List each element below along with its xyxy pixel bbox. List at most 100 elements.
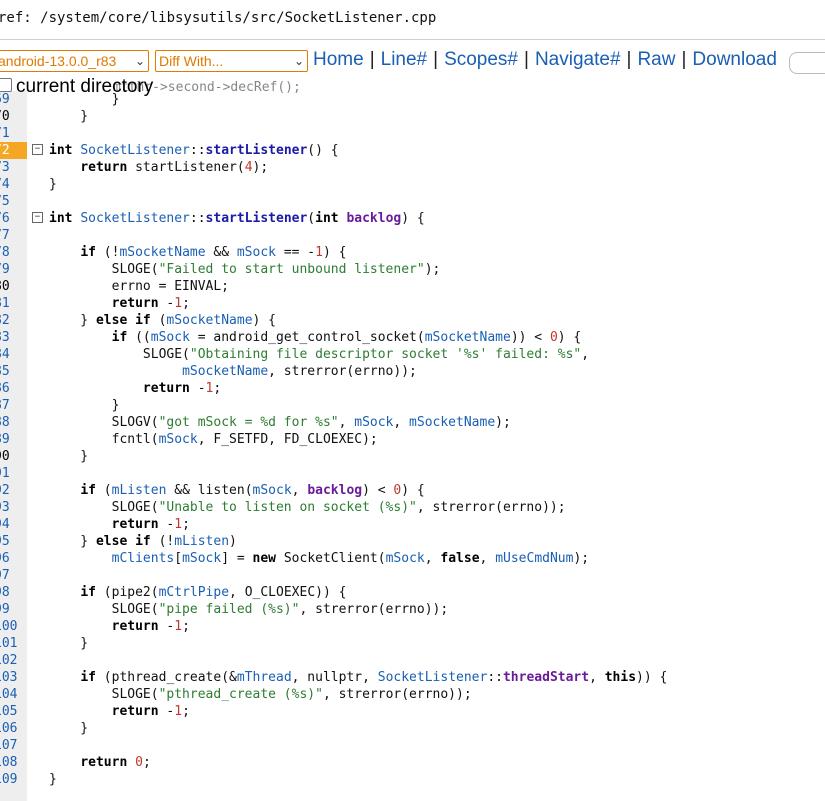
code-text: if (mListen && listen(mSock, backlog) < … (80, 483, 425, 498)
home-link[interactable]: Home (313, 49, 364, 71)
code-line: 107 (0, 737, 825, 754)
line-number-link[interactable]: 94 (0, 516, 27, 533)
line-number-link[interactable]: 90 (0, 448, 27, 465)
current-directory-option[interactable]: current directory (0, 76, 154, 97)
code-line: 82 } else if (mSocketName) { (0, 312, 825, 329)
code-line: 96 mClients[mSock] = new SocketClient(mS… (0, 550, 825, 567)
code-line: 103 if (pthread_create(&mThread, nullptr… (0, 669, 825, 686)
code-text: return -1; (111, 704, 190, 719)
line-number-link[interactable]: 71 (0, 125, 27, 142)
line-number-link[interactable]: 85 (0, 363, 27, 380)
line-number-link[interactable]: 81 (0, 295, 27, 312)
code-text: errno = EINVAL; (49, 279, 230, 294)
chevron-down-icon: ⌄ (293, 54, 304, 68)
code-text: return -1; (111, 619, 190, 634)
code-text: } (49, 398, 120, 413)
file-path-bar: ref: /system/core/libsysutils/src/Socket… (0, 0, 825, 40)
line-number-link[interactable]: 104 (0, 686, 27, 703)
line-number-link[interactable]: 99 (0, 601, 27, 618)
current-directory-checkbox[interactable] (0, 77, 12, 92)
code-line: 88 SLOGV("got mSock = %d for %s", mSock,… (0, 414, 825, 431)
code-text: } (49, 772, 57, 787)
line-number-link[interactable]: 91 (0, 465, 27, 482)
code-text: return -1; (111, 517, 190, 532)
line-number-link[interactable]: 79 (0, 261, 27, 278)
code-text: if (pipe2(mCtrlPipe, O_CLOEXEC)) { (80, 585, 347, 600)
code-line: 102 (0, 652, 825, 669)
search-input[interactable] (789, 52, 825, 74)
line-number-link[interactable]: 95 (0, 533, 27, 550)
line-number-link[interactable]: 74 (0, 176, 27, 193)
line-number-link[interactable]: 109 (0, 771, 27, 788)
line-number-link[interactable]: 88 (0, 414, 27, 431)
line-number-link[interactable]: 101 (0, 635, 27, 652)
line-number-link[interactable]: 78 (0, 244, 27, 261)
code-line: 93 SLOGE("Unable to listen on socket (%s… (0, 499, 825, 516)
line-number-link[interactable]: 97 (0, 567, 27, 584)
line-number-link[interactable]: 108 (0, 754, 27, 771)
line-number-link[interactable]: 93 (0, 499, 27, 516)
line-number-link[interactable]: 75 (0, 193, 27, 210)
line-number-link[interactable]: 102 (0, 652, 27, 669)
line-number-link[interactable]: 100 (0, 618, 27, 635)
code-text: mClients[mSock] = new SocketClient(mSock… (111, 551, 590, 566)
fold-toggle-icon[interactable]: − (32, 144, 43, 155)
code-text: } (49, 109, 89, 124)
line-number-link[interactable]: 87 (0, 397, 27, 414)
line-number-link[interactable]: 106 (0, 720, 27, 737)
code-line: 92 if (mListen && listen(mSock, backlog)… (0, 482, 825, 499)
code-text: } (49, 636, 89, 651)
code-text: SLOGV("got mSock = %d for %s", mSock, mS… (49, 415, 511, 430)
line-number-link[interactable]: 92 (0, 482, 27, 499)
line-number-link[interactable]: 105 (0, 703, 27, 720)
branch-select-value: android-13.0.0_r83 (0, 53, 117, 69)
code-line: 70 } (0, 108, 825, 125)
fold-toggle-icon[interactable]: − (32, 212, 43, 223)
scopes-link[interactable]: Scopes# (444, 49, 518, 71)
line-number-link[interactable]: 72 (0, 142, 27, 159)
diff-with-select[interactable]: Diff With... ⌄ (155, 50, 308, 72)
line-number-link[interactable]: 96 (0, 550, 27, 567)
line-number-link[interactable]: 83 (0, 329, 27, 346)
code-text: SLOGE("Unable to listen on socket (%s)",… (49, 500, 566, 515)
line-number-link[interactable]: 84 (0, 346, 27, 363)
line-number-link[interactable]: 82 (0, 312, 27, 329)
code-text: return -1; (142, 381, 222, 396)
code-text: return startListener(4); (80, 160, 269, 175)
line-number-link[interactable]: 80 (0, 278, 27, 295)
navigate-link[interactable]: Navigate# (535, 49, 621, 71)
code-line: 109} (0, 771, 825, 788)
code-line: 105 return -1; (0, 703, 825, 720)
code-line: 106 } (0, 720, 825, 737)
code-text: int SocketListener::startListener() { (49, 143, 339, 158)
separator: | (626, 49, 632, 70)
branch-select[interactable]: android-13.0.0_r83 ⌄ (0, 50, 149, 72)
current-directory-label: current directory (16, 76, 154, 97)
raw-link[interactable]: Raw (637, 49, 675, 71)
code-line: 78 if (!mSocketName && mSock == -1) { (0, 244, 825, 261)
code-line: 89 fcntl(mSock, F_SETFD, FD_CLOEXEC); (0, 431, 825, 448)
separator: | (433, 49, 439, 70)
code-line: 90 } (0, 448, 825, 465)
code-text: return -1; (111, 296, 190, 311)
code-line: 87 } (0, 397, 825, 414)
download-link[interactable]: Download (692, 49, 777, 71)
line-number-link[interactable]: 89 (0, 431, 27, 448)
separator: | (369, 49, 375, 70)
line-number-link[interactable]: 107 (0, 737, 27, 754)
code-line: 84 SLOGE("Obtaining file descriptor sock… (0, 346, 825, 363)
line-number-link[interactable]: 73 (0, 159, 27, 176)
code-line: 94 return -1; (0, 516, 825, 533)
line-number-link[interactable]: 70 (0, 108, 27, 125)
line-number-link[interactable]: Line# (381, 49, 428, 71)
line-number-link[interactable]: 77 (0, 227, 27, 244)
code-text: int SocketListener::startListener(int ba… (49, 211, 425, 226)
code-text: if (!mSocketName && mSock == -1) { (80, 245, 347, 260)
line-number-link[interactable]: 98 (0, 584, 27, 601)
code-text: fcntl(mSock, F_SETFD, FD_CLOEXEC); (49, 432, 378, 447)
code-text: if (pthread_create(&mThread, nullptr, So… (80, 670, 668, 685)
line-number-link[interactable]: 76 (0, 210, 27, 227)
diff-with-select-value: Diff With... (159, 53, 224, 69)
line-number-link[interactable]: 103 (0, 669, 27, 686)
line-number-link[interactable]: 86 (0, 380, 27, 397)
